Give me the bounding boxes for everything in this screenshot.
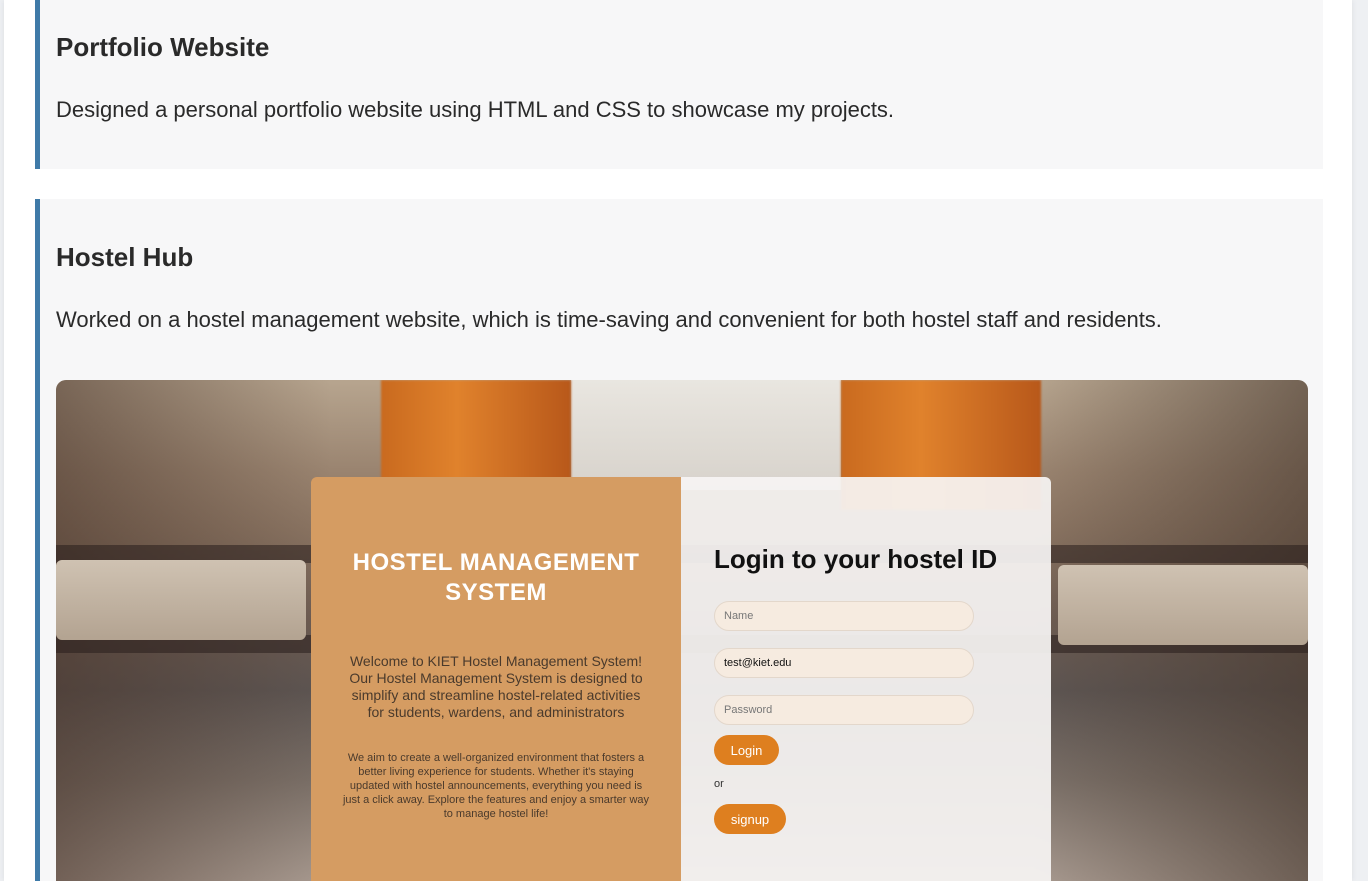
background-window — [571, 380, 841, 490]
email-input[interactable] — [714, 648, 974, 678]
project-description: Designed a personal portfolio website us… — [56, 97, 895, 122]
system-title: HOSTEL MANAGEMENT SYSTEM — [352, 549, 640, 606]
page-container: Portfolio Website Designed a personal po… — [4, 0, 1352, 881]
login-heading: Login to your hostel ID — [714, 544, 998, 574]
bunk-mattress — [1058, 565, 1308, 645]
hostel-login-panel: HOSTEL MANAGEMENT SYSTEM Welcome to KIET… — [311, 477, 1051, 881]
bunk-mattress — [56, 560, 306, 640]
project-card-portfolio: Portfolio Website Designed a personal po… — [35, 0, 1323, 169]
project-description: Worked on a hostel management website, w… — [56, 307, 1162, 332]
intro-panel: HOSTEL MANAGEMENT SYSTEM Welcome to KIET… — [311, 477, 681, 881]
project-screenshot: HOSTEL MANAGEMENT SYSTEM Welcome to KIET… — [56, 380, 1308, 881]
project-card-hostel-hub: Hostel Hub Worked on a hostel management… — [35, 199, 1323, 881]
signup-button[interactable]: signup — [714, 804, 786, 834]
project-title: Portfolio Website — [56, 32, 270, 62]
welcome-text: Welcome to KIET Hostel Management System… — [349, 653, 643, 720]
project-title: Hostel Hub — [56, 242, 194, 272]
login-form-panel: Login to your hostel ID Login or signup — [681, 477, 1051, 881]
login-button[interactable]: Login — [714, 735, 779, 765]
password-input[interactable] — [714, 695, 974, 725]
or-separator: or — [714, 778, 724, 790]
name-input[interactable] — [714, 601, 974, 631]
about-text: We aim to create a well-organized enviro… — [342, 752, 650, 820]
